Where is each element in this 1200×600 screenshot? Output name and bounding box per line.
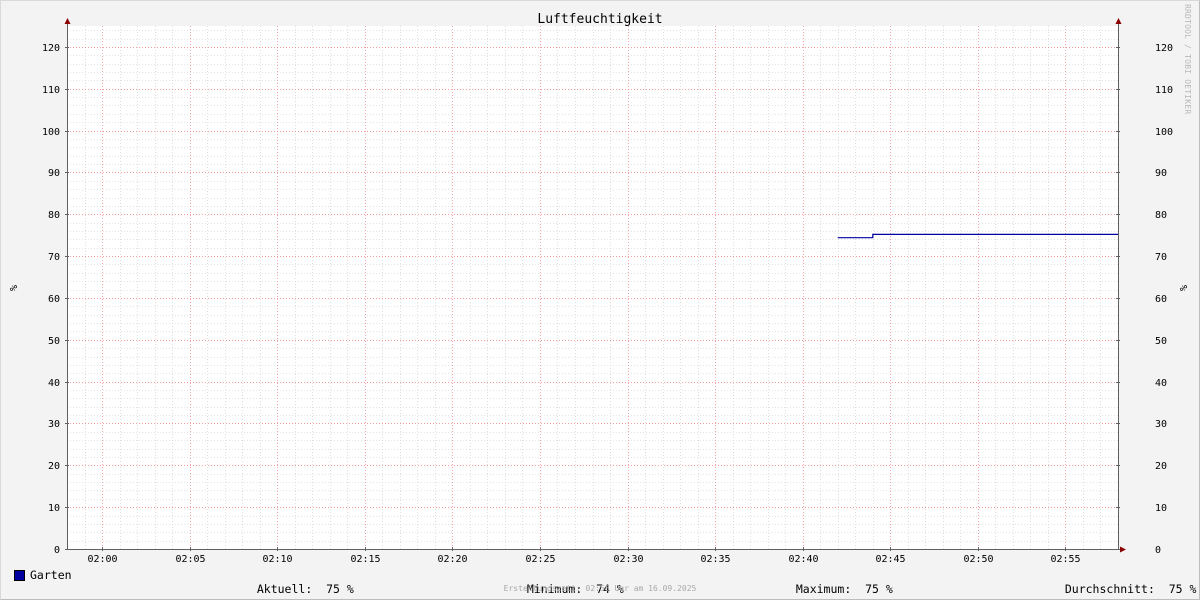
y-tick-label-right: 30 <box>1155 419 1167 430</box>
x-tick-label: 02:05 <box>175 554 205 565</box>
y-tick-label-left: 90 <box>48 168 60 179</box>
y-tick-label-right: 40 <box>1155 378 1167 389</box>
y-tick-label-left: 70 <box>48 252 60 263</box>
x-tick-label: 02:50 <box>963 554 993 565</box>
y-tick-label-left: 50 <box>48 336 60 347</box>
y-tick-label-right: 100 <box>1155 127 1173 138</box>
x-tick-label: 02:45 <box>875 554 905 565</box>
x-tick-label: 02:40 <box>788 554 818 565</box>
y-tick-label-right: 80 <box>1155 210 1167 221</box>
y-tick-label-right: 60 <box>1155 294 1167 305</box>
y-tick-label-right: 120 <box>1155 43 1173 54</box>
x-tick-label: 02:25 <box>525 554 555 565</box>
y-tick-label-left: 40 <box>48 378 60 389</box>
x-tick-label: 02:15 <box>350 554 380 565</box>
y-tick-label-left: 80 <box>48 210 60 221</box>
legend-swatch-garten <box>14 570 25 581</box>
y-tick-label-right: 110 <box>1155 85 1173 96</box>
x-tick-label: 02:55 <box>1050 554 1080 565</box>
y-tick-label-right: 10 <box>1155 503 1167 514</box>
y-tick-label-left: 30 <box>48 419 60 430</box>
y-axis-left-arrow <box>64 18 71 24</box>
y-axis-label-right: % <box>1177 285 1188 291</box>
legend-series-name: Garten <box>30 568 72 582</box>
rrdtool-watermark: RRDTOOL / TOBI OETIKER <box>1183 4 1192 115</box>
chart-title: Luftfeuchtigkeit <box>537 12 662 27</box>
y-tick-label-right: 50 <box>1155 336 1167 347</box>
y-tick-label-left: 60 <box>48 294 60 305</box>
x-tick-label: 02:00 <box>87 554 117 565</box>
y-tick-label-right: 70 <box>1155 252 1167 263</box>
humidity-chart: 0 0 10 10 20 20 30 30 40 40 50 50 60 60 70 70 80 80 90 90 10… <box>7 12 1188 565</box>
y-tick-label-left: 110 <box>42 85 60 96</box>
y-tick-label-right: 0 <box>1155 545 1161 556</box>
y-tick-label-left: 20 <box>48 461 60 472</box>
y-tick-label-left: 120 <box>42 43 60 54</box>
y-tick-label-left: 0 <box>54 545 60 556</box>
y-tick-label-right: 20 <box>1155 461 1167 472</box>
y-axis-right-arrow <box>1115 18 1122 24</box>
x-tick-label: 02:10 <box>262 554 292 565</box>
creation-time-footer: Erstellungszeit: 02:58 Uhr am 16.09.2025 <box>503 584 697 593</box>
x-tick-label: 02:30 <box>613 554 643 565</box>
x-tick-label: 02:20 <box>437 554 467 565</box>
y-tick-label-left: 100 <box>42 127 60 138</box>
y-axis-label-left: % <box>7 285 18 291</box>
y-tick-label-left: 10 <box>48 503 60 514</box>
x-axis-arrow <box>1120 546 1126 553</box>
y-tick-label-right: 90 <box>1155 168 1167 179</box>
x-tick-label: 02:35 <box>700 554 730 565</box>
